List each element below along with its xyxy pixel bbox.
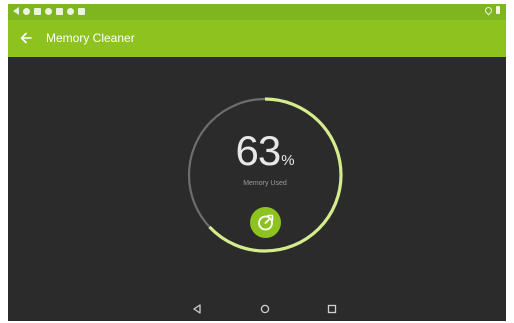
nav-back-button[interactable] (190, 302, 204, 316)
notification-icon (23, 7, 30, 15)
boost-icon (258, 214, 274, 231)
app-bar: Memory Cleaner (8, 20, 506, 57)
navigation-bar (8, 297, 506, 321)
notification-icon (78, 7, 85, 15)
notification-icons (13, 7, 85, 15)
notification-icon (34, 7, 41, 15)
back-arrow-icon[interactable] (18, 30, 34, 46)
percent-unit: % (281, 152, 295, 169)
memory-used-label: Memory Used (243, 180, 287, 187)
notification-icon (56, 7, 63, 15)
circle-home-icon (260, 304, 270, 314)
battery-icon (496, 6, 500, 14)
percent-value: 63 (235, 127, 281, 174)
page-title: Memory Cleaner (46, 31, 135, 45)
notification-icon (45, 7, 52, 15)
status-bar (8, 4, 506, 20)
device-screen: Memory Cleaner 63% Memory Used (8, 4, 506, 321)
memory-gauge: 63% Memory Used (185, 95, 345, 255)
square-recents-icon (327, 304, 337, 314)
memory-percent: 63% (185, 127, 345, 175)
triangle-back-icon (193, 304, 201, 314)
notification-icon (13, 7, 19, 15)
system-status (483, 5, 500, 15)
notification-icon (67, 7, 74, 15)
clean-memory-button[interactable] (250, 207, 281, 238)
wifi-icon (483, 5, 494, 15)
nav-home-button[interactable] (258, 302, 272, 316)
nav-recents-button[interactable] (325, 302, 339, 316)
